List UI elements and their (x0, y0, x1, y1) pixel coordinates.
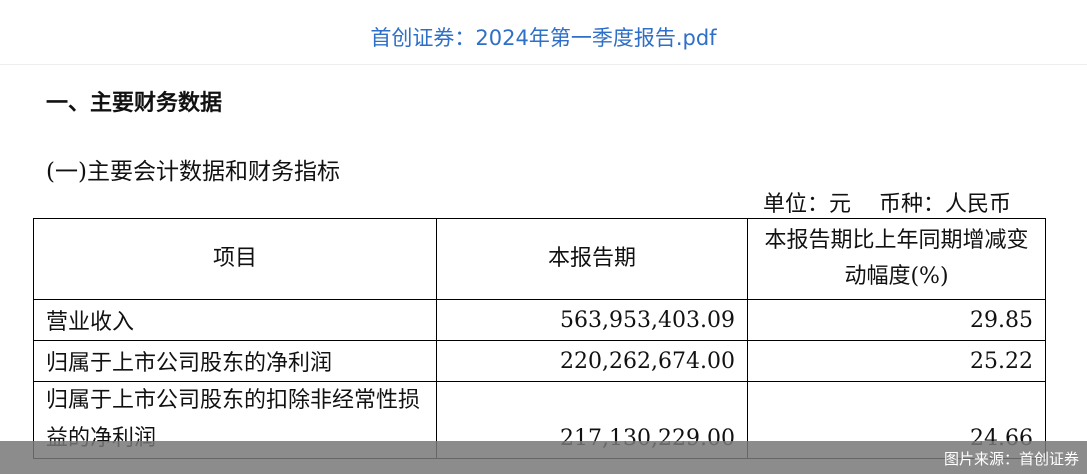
table-row: 归属于上市公司股东的净利润 220,262,674.00 25.22 (33, 340, 1046, 382)
table-row: 营业收入 563,953,403.09 29.85 (33, 299, 1046, 341)
row-current: 220,262,674.00 (436, 340, 748, 382)
document-title-link[interactable]: 首创证券：2024年第一季度报告.pdf (0, 22, 1087, 52)
unit-note: 单位：元 币种：人民币 (763, 192, 1011, 217)
financial-data-table: 项目 本报告期 本报告期比上年同期增减变动幅度(%) 营业收入 563,953,… (33, 218, 1046, 459)
section-title: 一、主要财务数据 (46, 91, 223, 116)
row-current: 563,953,403.09 (436, 299, 748, 341)
row-change: 29.85 (747, 299, 1046, 341)
header-item: 项目 (33, 218, 437, 300)
row-item: 归属于上市公司股东的净利润 (33, 340, 437, 382)
header-current-period: 本报告期 (436, 218, 748, 300)
header-change-rate: 本报告期比上年同期增减变动幅度(%) (747, 218, 1046, 300)
subsection-title: (一)主要会计数据和财务指标 (46, 159, 340, 185)
image-source-caption: 图片来源：首创证券 (943, 450, 1079, 468)
document-header: 首创证券：2024年第一季度报告.pdf (0, 0, 1087, 65)
row-item: 营业收入 (33, 299, 437, 341)
table-header-row: 项目 本报告期 本报告期比上年同期增减变动幅度(%) (33, 218, 1046, 300)
caption-overlay (0, 441, 1087, 474)
row-change: 25.22 (747, 340, 1046, 382)
